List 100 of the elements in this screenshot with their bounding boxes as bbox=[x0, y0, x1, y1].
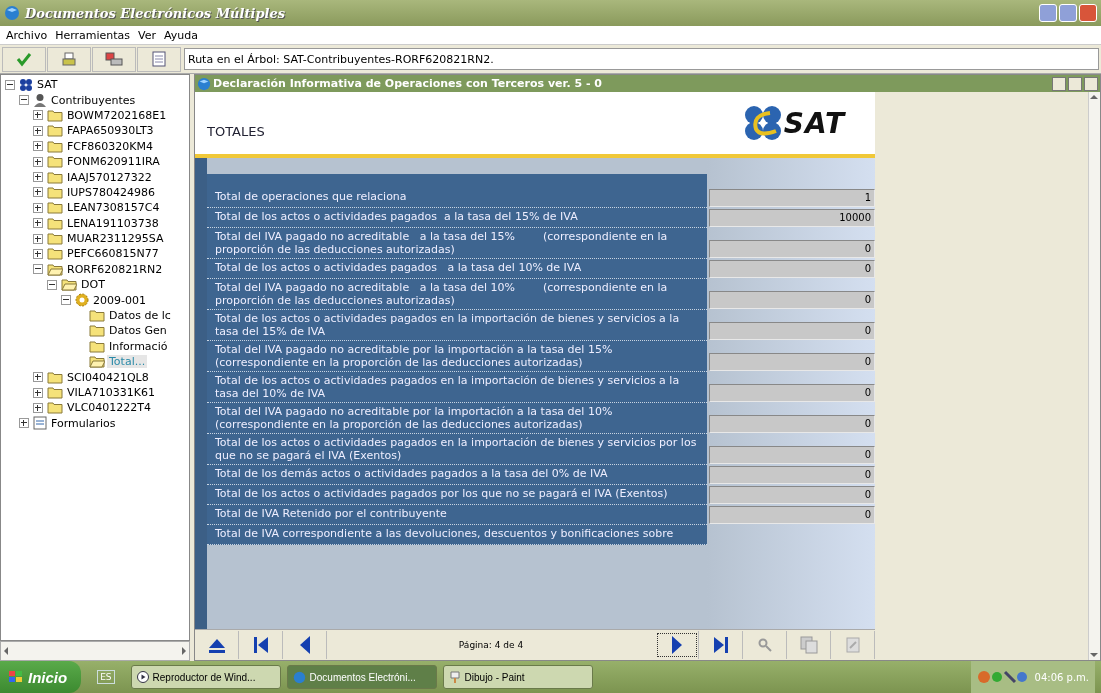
minimize-button[interactable] bbox=[1052, 76, 1066, 91]
tree-item[interactable]: Informació bbox=[107, 339, 170, 353]
expand-icon[interactable] bbox=[33, 249, 43, 259]
value-field[interactable]: 0 bbox=[709, 506, 875, 524]
section-heading: TOTALES bbox=[207, 122, 265, 139]
value-field[interactable]: 0 bbox=[709, 353, 875, 371]
tree-item[interactable]: MUAR2311295SA bbox=[65, 232, 166, 246]
field-label: Total del IVA pagado no acreditable por la importación a la tasa del 15% (correspondiente en la proporción de las deducciones autorizadas) bbox=[207, 341, 707, 372]
expand-icon[interactable] bbox=[33, 218, 43, 229]
skip-forward-icon bbox=[712, 636, 729, 654]
tree-item[interactable]: FONM620911IRA bbox=[65, 155, 162, 169]
value-field[interactable]: 0 bbox=[709, 415, 875, 433]
tree-item[interactable]: SAT bbox=[35, 78, 60, 92]
menu-item[interactable]: Archivo bbox=[2, 28, 52, 42]
value-field[interactable]: 0 bbox=[709, 446, 875, 464]
field-label: Total de IVA Retenido por el contribuyente bbox=[207, 505, 707, 525]
maximize-button[interactable] bbox=[1059, 4, 1077, 22]
field-label: Total de los demás actos o actividades pagados a la tasa del 0% de IVA bbox=[207, 465, 707, 485]
value-field[interactable]: 0 bbox=[709, 384, 875, 402]
tree-item[interactable]: PEFC660815N77 bbox=[65, 247, 161, 261]
menu-item[interactable]: Ver bbox=[134, 28, 161, 42]
value-field[interactable]: 1 bbox=[709, 189, 875, 207]
collapse-icon[interactable] bbox=[19, 95, 29, 106]
expand-icon[interactable] bbox=[33, 387, 43, 398]
expand-icon[interactable] bbox=[33, 187, 43, 198]
collapse-icon[interactable] bbox=[61, 295, 71, 306]
expand-icon[interactable] bbox=[33, 156, 43, 167]
value-field[interactable]: 0 bbox=[709, 486, 875, 504]
field-label: Total del IVA pagado no acreditable por la importación a la tasa del 10% (correspondiente en la proporción de las deducciones autorizadas) bbox=[207, 403, 707, 434]
tree-item[interactable]: Formularios bbox=[49, 416, 118, 430]
folder-icon bbox=[47, 201, 63, 215]
field-label: Total del IVA pagado no acreditable a la tasa del 10% (correspondiente en la proporción de las deducciones autorizadas) bbox=[207, 279, 707, 310]
tree-item[interactable]: SCI040421QL8 bbox=[65, 370, 151, 384]
document-button[interactable] bbox=[137, 46, 181, 72]
pages-icon bbox=[799, 636, 818, 654]
value-field[interactable]: 0 bbox=[709, 240, 875, 258]
folder-icon bbox=[47, 401, 63, 415]
collapse-icon[interactable] bbox=[33, 264, 43, 275]
tree-item[interactable]: VLC0401222T4 bbox=[65, 401, 154, 415]
collapse-icon[interactable] bbox=[5, 79, 15, 90]
collapse-icon[interactable] bbox=[47, 279, 57, 290]
tree-item[interactable]: 2009-001 bbox=[91, 293, 148, 307]
tree-item[interactable]: Contribuyentes bbox=[49, 93, 138, 107]
play-back-icon bbox=[298, 635, 311, 655]
field-label: Total de los actos o actividades pagados en la importación de bienes y servicios a la tasa del 10% de IVA bbox=[207, 372, 707, 403]
open-folder-icon bbox=[61, 278, 77, 292]
start-button[interactable]: Inicio bbox=[0, 661, 82, 693]
folder-icon bbox=[47, 155, 63, 169]
vertical-scrollbar[interactable] bbox=[1088, 92, 1100, 660]
play-circle-icon bbox=[136, 671, 149, 683]
tree-item[interactable]: FCF860320KM4 bbox=[65, 139, 156, 153]
tree-item[interactable]: LEAN7308157C4 bbox=[65, 201, 162, 215]
sat-logo: SAT bbox=[743, 105, 845, 141]
value-field[interactable]: 10000 bbox=[709, 209, 875, 227]
expand-icon[interactable] bbox=[33, 402, 43, 413]
eject-icon bbox=[206, 637, 227, 653]
close-button[interactable] bbox=[1084, 76, 1098, 91]
tree-item[interactable]: IUPS780424986 bbox=[65, 185, 157, 199]
field-label: Total de los actos o actividades pagados a la tasa del 15% de IVA bbox=[207, 208, 707, 228]
tree-item[interactable]: BOWM7202168E1 bbox=[65, 108, 169, 122]
restore-button[interactable] bbox=[1068, 76, 1082, 91]
field-label: Total de los actos o actividades pagados a la tasa del 10% de IVA bbox=[207, 259, 707, 279]
value-field[interactable]: 0 bbox=[709, 260, 875, 278]
horizontal-scrollbar[interactable] bbox=[0, 641, 190, 661]
menu-item[interactable]: Ayuda bbox=[160, 28, 202, 42]
taskbar-button[interactable]: Documentos Electróni... bbox=[286, 665, 437, 689]
folder-icon bbox=[47, 370, 63, 384]
menu-item[interactable]: Herramientas bbox=[51, 28, 135, 42]
tree-item[interactable]: LENA191103738 bbox=[65, 216, 161, 230]
tree-item[interactable]: Datos Gen bbox=[107, 324, 169, 338]
expand-icon[interactable] bbox=[33, 202, 43, 213]
tree-item[interactable]: DOT bbox=[79, 278, 107, 292]
taskbar-button[interactable]: Dibujo - Paint bbox=[442, 665, 593, 689]
tree-item[interactable]: FAPA650930LT3 bbox=[65, 124, 156, 138]
expand-icon[interactable] bbox=[33, 172, 43, 183]
path-field: Ruta en el Árbol: SAT-Contribuyentes-RORF620821RN2. bbox=[184, 48, 1099, 70]
value-field[interactable]: 0 bbox=[709, 291, 875, 309]
page-indicator: Página: 4 de 4 bbox=[457, 640, 525, 650]
print-button[interactable] bbox=[47, 46, 91, 72]
expand-icon[interactable] bbox=[19, 418, 29, 429]
folder-icon bbox=[47, 185, 63, 199]
folder-icon bbox=[47, 170, 63, 184]
expand-icon[interactable] bbox=[33, 372, 43, 383]
search-icon bbox=[757, 638, 772, 652]
tree-item[interactable]: RORF620821RN2 bbox=[65, 262, 165, 276]
export-button[interactable] bbox=[92, 46, 136, 72]
taskbar-button[interactable]: Reproductor de Wind... bbox=[130, 665, 281, 689]
expand-icon[interactable] bbox=[33, 110, 43, 121]
expand-icon[interactable] bbox=[33, 141, 43, 152]
folder-icon bbox=[47, 124, 63, 138]
value-field[interactable]: 0 bbox=[709, 466, 875, 484]
form-icon bbox=[33, 416, 47, 431]
next-page-button[interactable] bbox=[655, 631, 699, 659]
value-field[interactable]: 0 bbox=[709, 322, 875, 340]
expand-icon[interactable] bbox=[33, 125, 43, 136]
expand-icon[interactable] bbox=[33, 233, 43, 244]
check-button[interactable] bbox=[2, 46, 46, 72]
tree-item[interactable]: IAAJ570127322 bbox=[65, 170, 154, 184]
tree-item[interactable]: Datos de lc bbox=[107, 309, 173, 323]
tree-item[interactable]: VILA710331K61 bbox=[65, 386, 157, 399]
